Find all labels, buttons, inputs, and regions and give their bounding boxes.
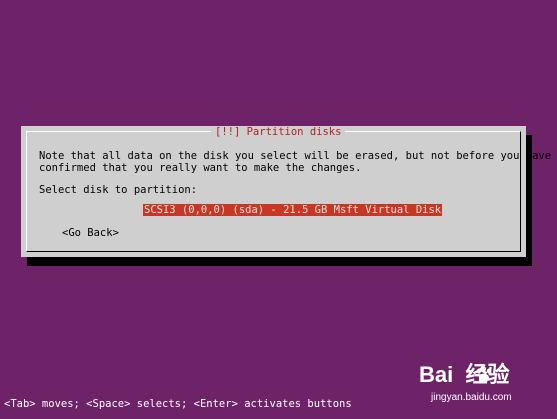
- partition-disks-dialog: [!!] Partition disks Note that all data …: [21, 126, 551, 257]
- message-line-2: confirmed that you really want to make t…: [39, 162, 362, 174]
- message-line-1: Note that all data on the disk you selec…: [39, 150, 552, 162]
- disk-list: SCSI3 (0,0,0) (sda) - 21.5 GB Msft Virtu…: [143, 204, 443, 216]
- dialog-message: Note that all data on the disk you selec…: [39, 150, 551, 174]
- watermark-url: jingyan.baidu.com: [431, 392, 512, 403]
- paw-icon: [477, 366, 491, 383]
- dialog-frame: [!!] Partition disks Note that all data …: [26, 126, 551, 252]
- installer-screen: [!!] Partition disks Note that all data …: [0, 0, 557, 419]
- select-disk-label: Select disk to partition:: [39, 184, 198, 196]
- disk-option-sda[interactable]: SCSI3 (0,0,0) (sda) - 21.5 GB Msft Virtu…: [143, 204, 443, 216]
- baidu-watermark: Bai 经验 jingyan.baidu.com: [419, 362, 549, 412]
- dialog-title: [!!] Partition disks: [211, 126, 346, 138]
- baidu-logo: Bai 经验: [419, 362, 510, 387]
- status-bar: <Tab> moves; <Space> selects; <Enter> ac…: [4, 398, 352, 410]
- go-back-button[interactable]: <Go Back>: [62, 227, 119, 239]
